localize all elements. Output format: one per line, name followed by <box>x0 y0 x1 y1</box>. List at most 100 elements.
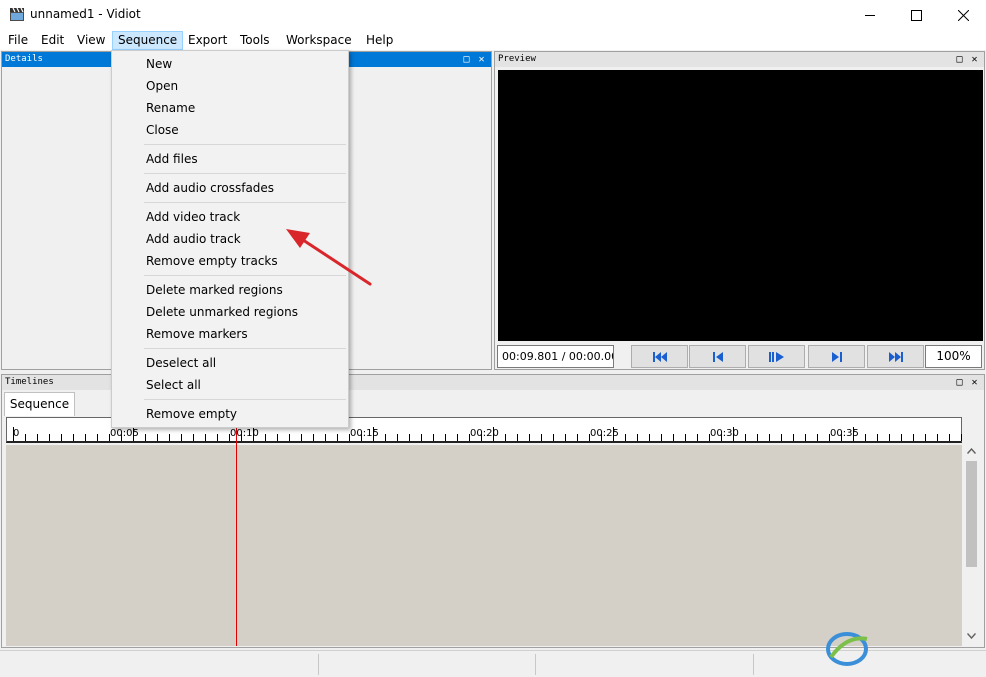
menu-file[interactable]: File <box>2 31 34 50</box>
window-title: unnamed1 - Vidiot <box>30 7 141 21</box>
menu-separator <box>144 399 346 400</box>
ruler-minor-tick <box>301 434 302 441</box>
ruler-minor-tick <box>757 434 758 441</box>
next-frame-button[interactable] <box>808 345 865 368</box>
ruler-minor-tick <box>469 434 470 441</box>
timeline-vertical-scrollbar[interactable] <box>963 445 980 646</box>
menu-item-close[interactable]: Close <box>146 119 179 141</box>
preview-panel-header: Preview □ ✕ <box>495 52 984 67</box>
timelines-restore-icon[interactable]: □ <box>953 376 966 389</box>
ruler-minor-tick <box>61 434 62 441</box>
watermark-icon <box>826 632 868 666</box>
details-restore-icon[interactable]: □ <box>460 53 473 66</box>
ruler-minor-tick <box>25 434 26 441</box>
close-button[interactable] <box>940 0 986 30</box>
scroll-thumb[interactable] <box>966 461 977 567</box>
menu-item-remove-empty[interactable]: Remove empty <box>146 403 237 425</box>
menu-item-delete-unmarked-regions[interactable]: Delete unmarked regions <box>146 301 298 323</box>
tab-sequence[interactable]: Sequence <box>4 392 75 416</box>
ruler-minor-tick <box>121 434 122 441</box>
menu-export[interactable]: Export <box>182 31 233 50</box>
menu-item-add-video-track[interactable]: Add video track <box>146 206 240 228</box>
minimize-button[interactable] <box>847 0 893 30</box>
menu-item-add-audio-crossfades[interactable]: Add audio crossfades <box>146 177 274 199</box>
status-separator <box>753 654 754 675</box>
ruler-label-4: 00:20 <box>470 428 499 439</box>
ruler-minor-tick <box>481 434 482 441</box>
ruler-minor-tick <box>241 434 242 441</box>
menu-sequence[interactable]: Sequence <box>112 31 184 50</box>
menu-item-select-all[interactable]: Select all <box>146 374 201 396</box>
preview-panel: Preview □ ✕ 00:09.801 / 00:00.000 100% <box>494 51 985 370</box>
ruler-minor-tick <box>625 434 626 441</box>
ruler-minor-tick <box>337 434 338 441</box>
ruler-minor-tick <box>181 434 182 441</box>
ruler-major-tick <box>253 427 254 441</box>
ruler-minor-tick <box>637 434 638 441</box>
ruler-minor-tick <box>325 434 326 441</box>
preview-restore-icon[interactable]: □ <box>953 53 966 66</box>
menu-view[interactable]: View <box>71 31 111 50</box>
ruler-label-2: 00:10 <box>230 428 259 439</box>
skip-to-end-icon <box>888 351 903 362</box>
play-pause-button[interactable] <box>748 345 805 368</box>
menu-item-add-audio-track[interactable]: Add audio track <box>146 228 241 250</box>
timeline-track-area[interactable] <box>6 445 962 646</box>
menu-edit[interactable]: Edit <box>35 31 70 50</box>
ruler-minor-tick <box>49 434 50 441</box>
details-panel-title: Details <box>5 54 43 64</box>
skip-to-end-button[interactable] <box>867 345 924 368</box>
menu-item-delete-marked-regions[interactable]: Delete marked regions <box>146 279 283 301</box>
ruler-minor-tick <box>229 434 230 441</box>
playhead-cursor[interactable] <box>236 417 237 646</box>
menu-separator <box>144 348 346 349</box>
menu-tools[interactable]: Tools <box>234 31 276 50</box>
ruler-minor-tick <box>781 434 782 441</box>
ruler-minor-tick <box>205 434 206 441</box>
video-preview[interactable] <box>498 70 983 341</box>
ruler-minor-tick <box>193 434 194 441</box>
menu-item-deselect-all[interactable]: Deselect all <box>146 352 216 374</box>
ruler-minor-tick <box>37 434 38 441</box>
details-close-icon[interactable]: ✕ <box>475 53 488 66</box>
ruler-minor-tick <box>157 434 158 441</box>
time-display[interactable]: 00:09.801 / 00:00.000 <box>497 345 614 368</box>
ruler-minor-tick <box>673 434 674 441</box>
ruler-minor-tick <box>841 434 842 441</box>
ruler-minor-tick <box>361 434 362 441</box>
ruler-minor-tick <box>73 434 74 441</box>
menu-item-add-files[interactable]: Add files <box>146 148 198 170</box>
ruler-major-tick <box>493 427 494 441</box>
ruler-minor-tick <box>277 434 278 441</box>
maximize-button[interactable] <box>893 0 939 30</box>
menu-item-remove-empty-tracks[interactable]: Remove empty tracks <box>146 250 278 272</box>
annotation-arrow-icon <box>286 229 372 286</box>
ruler-minor-tick <box>817 434 818 441</box>
maximize-icon <box>910 9 922 21</box>
timelines-panel-title: Timelines <box>5 377 54 387</box>
timelines-close-icon[interactable]: ✕ <box>968 376 981 389</box>
ruler-minor-tick <box>901 434 902 441</box>
menu-item-remove-markers[interactable]: Remove markers <box>146 323 248 345</box>
skip-to-start-button[interactable] <box>631 345 688 368</box>
zoom-level[interactable]: 100% <box>925 345 982 368</box>
menu-help[interactable]: Help <box>360 31 399 50</box>
menu-item-open[interactable]: Open <box>146 75 178 97</box>
menu-item-rename[interactable]: Rename <box>146 97 195 119</box>
ruler-major-tick <box>133 427 134 441</box>
ruler-minor-tick <box>445 434 446 441</box>
ruler-minor-tick <box>169 434 170 441</box>
ruler-major-tick <box>613 427 614 441</box>
ruler-minor-tick <box>385 434 386 441</box>
status-separator <box>318 654 319 675</box>
scroll-up-icon[interactable] <box>967 448 976 454</box>
menu-item-new[interactable]: New <box>146 53 172 75</box>
ruler-minor-tick <box>85 434 86 441</box>
title-bar: unnamed1 - Vidiot <box>0 0 986 30</box>
ruler-minor-tick <box>877 434 878 441</box>
skip-to-start-icon <box>652 351 667 362</box>
menu-workspace[interactable]: Workspace <box>280 31 358 50</box>
preview-close-icon[interactable]: ✕ <box>968 53 981 66</box>
ruler-minor-tick <box>553 434 554 441</box>
previous-frame-button[interactable] <box>689 345 746 368</box>
